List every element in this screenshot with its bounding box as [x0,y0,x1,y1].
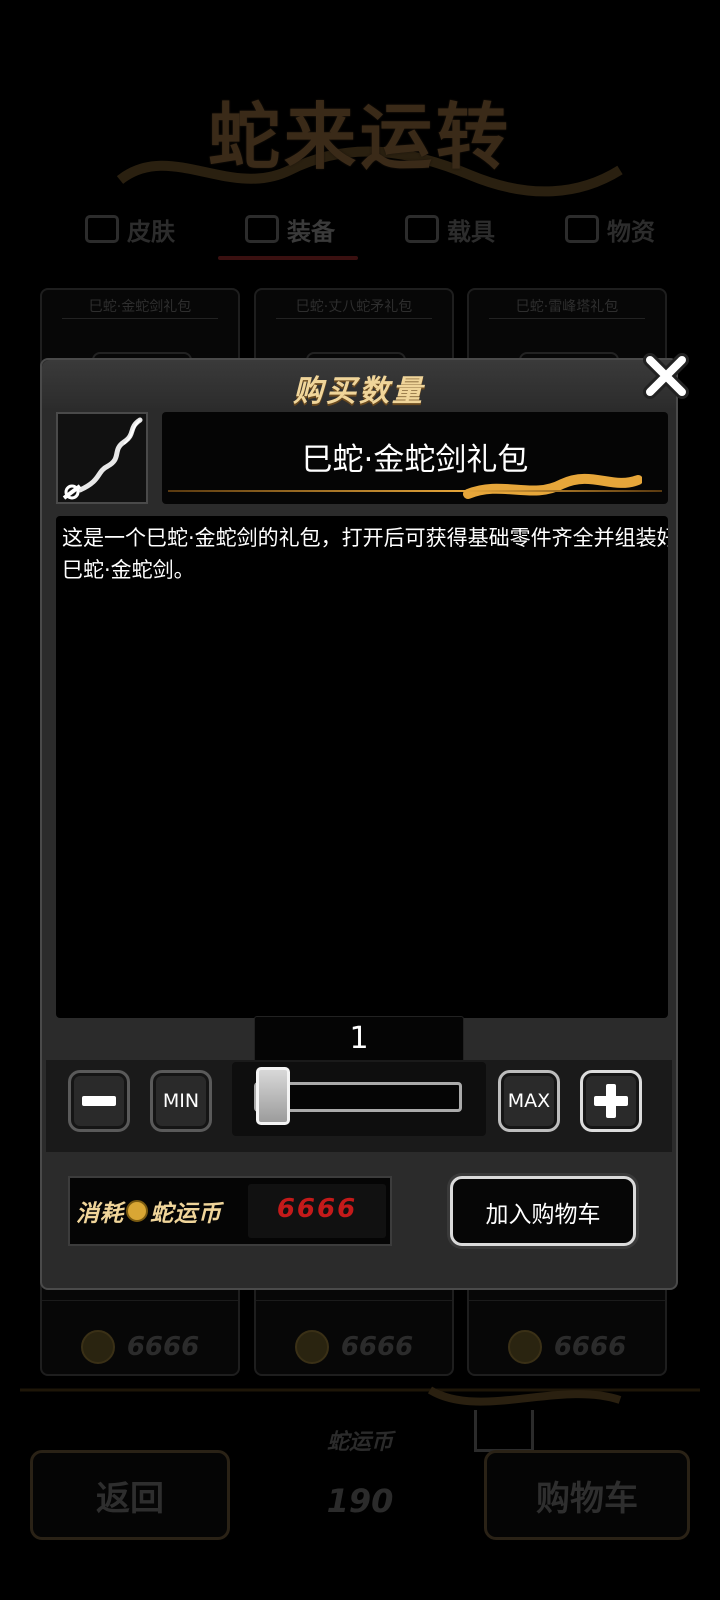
tab-skins[interactable]: 皮肤 [50,204,210,254]
min-label: MIN [162,1090,200,1112]
tab-label: 物资 [607,217,655,246]
item-thumbnail [56,412,148,504]
balance-value: 190 [326,1482,394,1520]
max-label: MAX [507,1090,551,1112]
product-card-price: 6666 [469,1330,665,1364]
product-card-title: 巳蛇·金蛇剑礼包 [88,299,192,315]
max-button[interactable]: MAX [498,1070,560,1132]
tab-label: 皮肤 [127,217,175,246]
minus-icon [82,1096,116,1106]
quantity-display: 1 [254,1016,464,1062]
product-card-title: 巳蛇·丈八蛇矛礼包 [295,299,413,315]
active-tab-indicator [218,256,358,260]
quantity-value: 1 [349,1021,369,1056]
min-button[interactable]: MIN [150,1070,212,1132]
shop-title: 蛇来运转 [207,94,512,179]
item-name-underline [168,490,662,492]
item-name-panel: 巳蛇·金蛇剑礼包 [162,412,668,504]
quantity-controls: MIN MAX [46,1060,672,1152]
tab-label: 装备 [287,217,335,246]
balance-label: 蛇运币 [326,1430,393,1455]
price-value: 6666 [340,1332,414,1362]
category-tabs: 皮肤 装备 载具 物资 [50,204,690,254]
coin-icon [126,1200,148,1222]
supply-crate-icon [565,215,599,243]
item-description-panel[interactable]: 这是一个巳蛇·金蛇剑的礼包，打开后可获得基础零件齐全并组装好的巳蛇·金蛇剑。 [56,516,668,1018]
snake-swirl-decoration [20,1386,700,1406]
shopping-cart-icon [474,1410,534,1452]
back-button[interactable]: 返回 [30,1450,230,1540]
cost-value-box: 6666 [248,1184,386,1238]
divider [256,1300,452,1301]
cost-label: 消耗 蛇运币 [76,1194,222,1228]
cost-currency: 蛇运币 [150,1201,222,1227]
add-to-cart-label: 加入购物车 [485,1202,601,1228]
item-description: 这是一个巳蛇·金蛇剑的礼包，打开后可获得基础零件齐全并组装好的巳蛇·金蛇剑。 [62,526,668,582]
decrease-button[interactable] [68,1070,130,1132]
golden-snake-sword-icon [62,417,143,500]
tab-vehicles[interactable]: 载具 [370,204,530,254]
divider [489,318,645,319]
tab-equipment[interactable]: 装备 [210,204,370,254]
quantity-slider-thumb[interactable] [256,1067,290,1125]
gift-box-icon [85,215,119,243]
cost-prefix: 消耗 [76,1201,124,1227]
product-card-price: 6666 [42,1330,238,1364]
dialog-title: 购买数量 [293,374,425,409]
increase-button[interactable] [580,1070,642,1132]
coin-icon [507,1330,542,1364]
tab-supplies[interactable]: 物资 [530,204,690,254]
divider [276,318,432,319]
shield-icon [245,215,279,243]
coin-icon [80,1330,115,1364]
price-value: 6666 [126,1332,200,1362]
divider [469,1300,665,1301]
tab-label: 载具 [447,217,495,246]
plus-icon [594,1084,628,1118]
cart-button[interactable]: 购物车 [484,1450,690,1540]
product-card-price: 6666 [256,1330,452,1364]
item-name: 巳蛇·金蛇剑礼包 [301,442,529,478]
divider [42,1300,238,1301]
coin-icon [294,1330,329,1364]
cost-panel: 消耗 蛇运币 6666 [68,1176,392,1246]
close-x-icon[interactable] [640,350,692,402]
car-icon [405,215,439,243]
purchase-quantity-dialog: 购买数量 巳蛇·金蛇剑礼包 这是一个巳蛇·金蛇剑的礼包，打开后可获得基础零件齐全… [40,358,678,1290]
cost-value: 6666 [276,1194,358,1224]
divider [62,318,218,319]
add-to-cart-button[interactable]: 加入购物车 [450,1176,636,1246]
product-card-title: 巳蛇·雷峰塔礼包 [515,299,619,315]
price-value: 6666 [553,1332,627,1362]
